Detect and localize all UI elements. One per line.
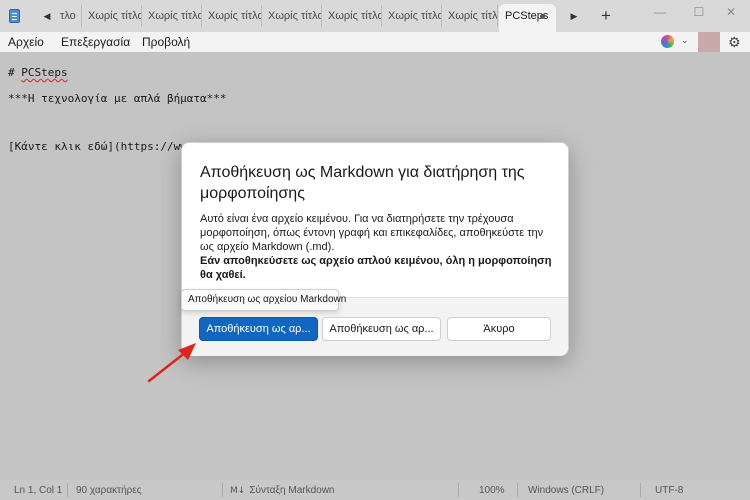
spelling-flag-word: PCSteps — [21, 66, 68, 79]
gear-icon[interactable]: ⚙ — [728, 34, 741, 51]
save-as-text-button[interactable]: Αποθήκευση ως αρ... — [322, 317, 441, 341]
heading-marker: # — [8, 66, 22, 79]
minimize-button[interactable]: — — [641, 0, 679, 28]
new-tab-button[interactable]: + — [597, 6, 615, 26]
scroll-tabs-right-icon[interactable]: ▶ — [567, 8, 581, 24]
dialog-warning-text: Εάν αποθηκεύσετε ως αρχείο απλού κειμένο… — [200, 255, 552, 281]
dialog-message-text: Αυτό είναι ένα αρχείο κειμένου. Για να δ… — [200, 213, 544, 253]
encoding[interactable]: UTF-8 — [655, 485, 683, 496]
title-bar: ◀ τλο Χωρίς τίτλο Χωρίς τίτλο Χωρίς τίτλ… — [0, 0, 750, 32]
menu-bar: Αρχείο Επεξεργασία Προβολή ⌄ ⚙ — [0, 32, 750, 54]
menu-view[interactable]: Προβολή — [142, 35, 190, 49]
tab[interactable]: Χωρίς τίτλο — [82, 5, 142, 27]
tooltip: Αποθήκευση ως αρχείου Markdown — [181, 289, 346, 311]
save-as-markdown-dialog: Αποθήκευση ως Markdown για διατήρηση της… — [181, 142, 569, 356]
line-endings[interactable]: Windows (CRLF) — [528, 485, 604, 496]
editor-line-3: [Κάντε κλικ εδώ](https://www. — [8, 140, 201, 153]
tab[interactable]: Χωρίς τίτλο — [262, 5, 322, 27]
markdown-icon: M↓ — [230, 486, 246, 496]
chevron-down-icon[interactable]: ⌄ — [681, 35, 689, 46]
status-bar: Ln 1, Col 1 90 χαρακτήρες M↓ Σύνταξη Mark… — [0, 480, 750, 500]
dialog-title: Αποθήκευση ως Markdown για διατήρηση της… — [200, 164, 525, 202]
divider — [517, 483, 518, 497]
markdown-syntax-toggle[interactable]: M↓ Σύνταξη Markdown — [230, 485, 335, 496]
avatar[interactable] — [698, 32, 720, 54]
divider — [222, 483, 223, 497]
divider — [458, 483, 459, 497]
markdown-syntax-label: Σύνταξη Markdown — [249, 485, 335, 496]
copilot-icon[interactable] — [661, 35, 674, 48]
editor-line-2: ***Η τεχνολογία με απλά βήματα*** — [8, 92, 227, 105]
notepad-icon — [9, 9, 20, 23]
scroll-tabs-left-icon[interactable]: ◀ — [40, 8, 54, 24]
cancel-button[interactable]: Άκυρο — [447, 317, 551, 341]
tab[interactable]: Χωρίς τίτλο — [202, 5, 262, 27]
tab[interactable]: Χωρίς τίτλο — [322, 5, 382, 27]
character-count: 90 χαρακτήρες — [76, 485, 142, 496]
editor-line-1: # PCSteps — [8, 66, 68, 79]
cursor-position: Ln 1, Col 1 — [14, 485, 63, 496]
tab[interactable]: Χωρίς τίτλο — [382, 5, 442, 27]
menu-edit[interactable]: Επεξεργασία — [61, 35, 130, 49]
close-window-button[interactable]: ✕ — [712, 0, 750, 28]
zoom-level[interactable]: 100% — [479, 485, 505, 496]
tab[interactable]: τλο — [54, 5, 82, 27]
tab-active[interactable]: PCSteps — [499, 4, 556, 32]
menu-file[interactable]: Αρχείο — [8, 35, 44, 49]
save-as-markdown-button[interactable]: Αποθήκευση ως αρ... — [199, 317, 318, 341]
divider — [67, 483, 68, 497]
divider — [640, 483, 641, 497]
dialog-message: Αυτό είναι ένα αρχείο κειμένου. Για να δ… — [200, 212, 560, 282]
unsaved-dot-icon[interactable] — [540, 14, 545, 19]
tab[interactable]: Χωρίς τίτλο — [442, 5, 498, 27]
tab[interactable]: Χωρίς τίτλο — [142, 5, 202, 27]
